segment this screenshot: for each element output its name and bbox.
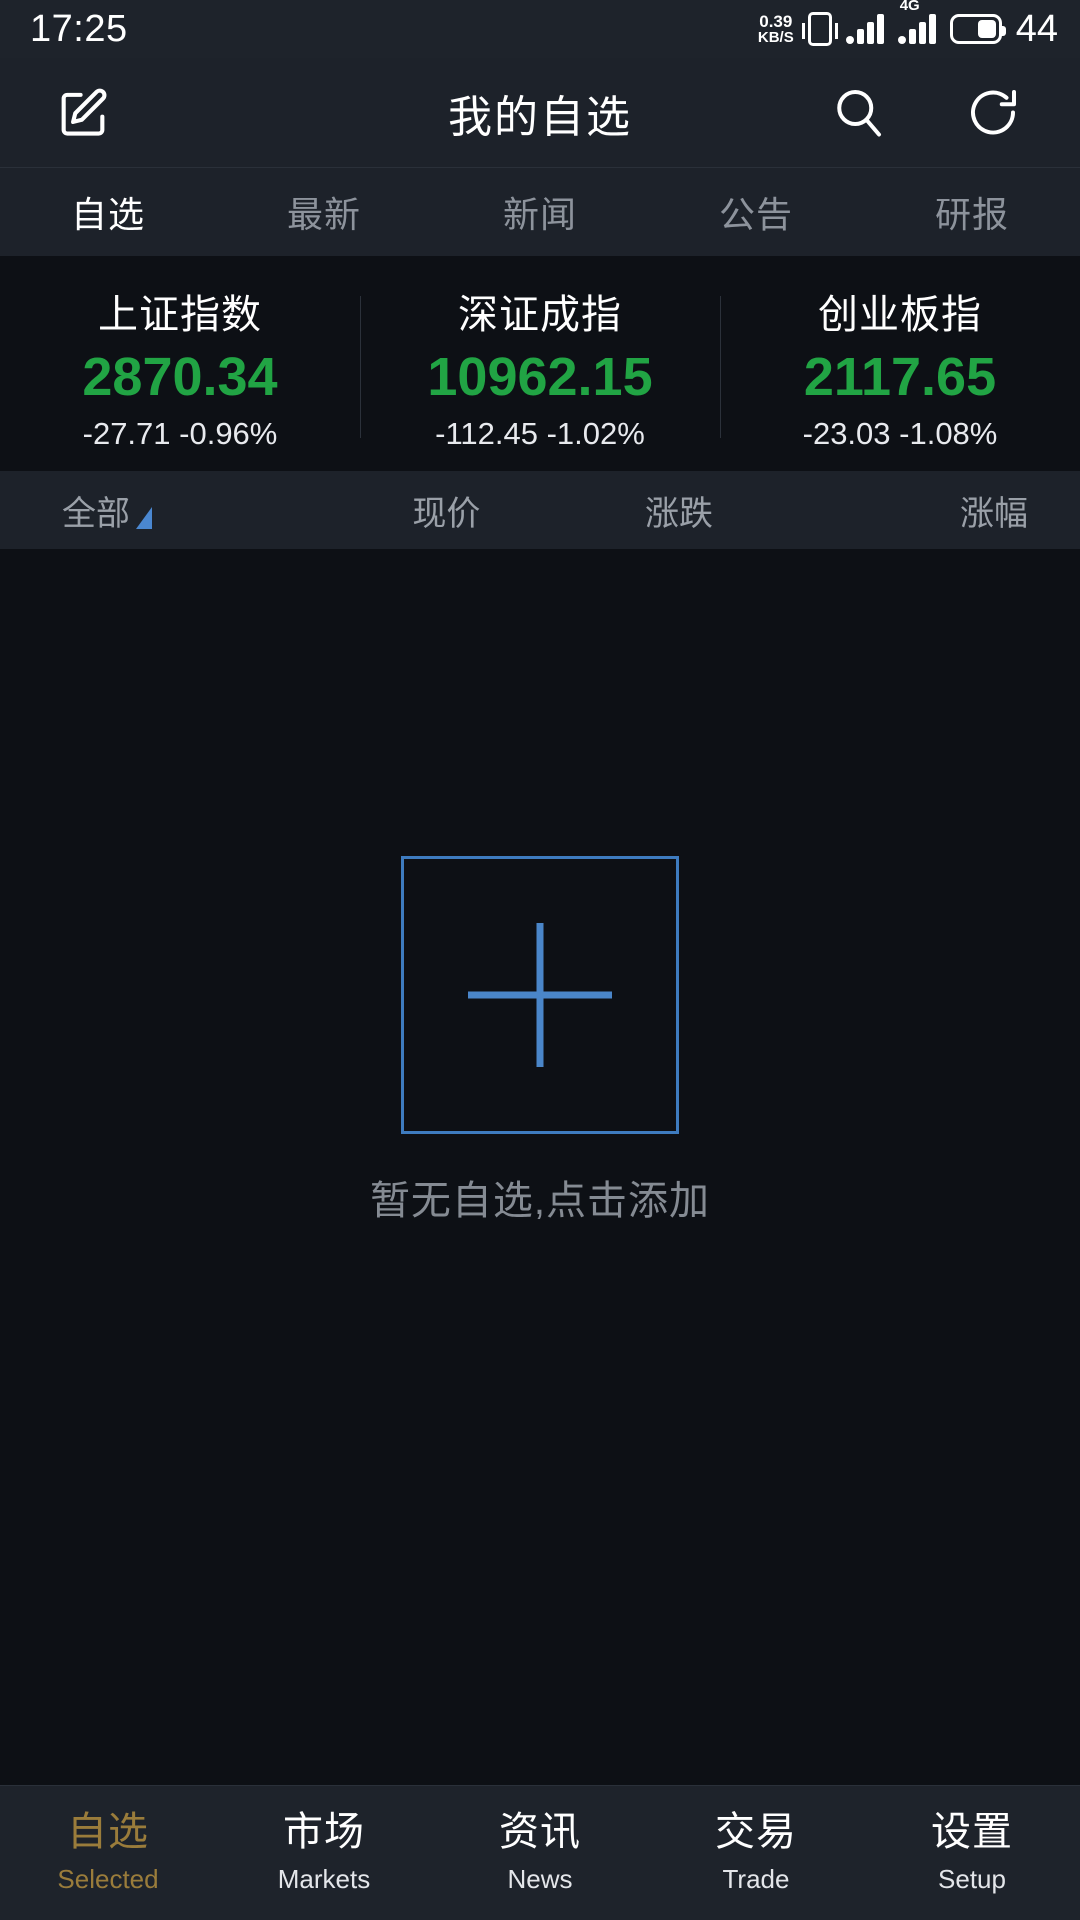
header-actions [828,82,1024,144]
bottom-navigation: 自选 Selected 市场 Markets 资讯 News 交易 Trade … [0,1785,1080,1920]
sub-tab-bar: 自选 最新 新闻 公告 研报 [0,168,1080,256]
filter-all-button[interactable]: 全部 [0,486,330,535]
nav-label-cn: 交易 [715,1810,797,1855]
app-header: 我的自选 [0,58,1080,168]
index-card-shenzhen[interactable]: 深证成指 10962.15 -112.45 -1.02% [360,282,720,452]
triangle-sort-icon[interactable] [136,506,152,529]
filter-all-label: 全部 [62,494,130,533]
signal-bars-4g-icon: 4G [897,0,936,44]
plus-box-icon[interactable] [401,856,679,1134]
index-change: -112.45 -1.02% [435,415,645,451]
column-percent[interactable]: 涨幅 [795,486,1080,535]
index-price: 10962.15 [427,346,653,407]
index-price: 2870.34 [82,346,278,407]
app-root: 17:25 0.39 KB/S 4G 44 我的自选 自选 最新 新闻 公告 研… [0,0,1080,1920]
index-name: 上证指数 [98,292,262,337]
network-speed-indicator: 0.39 KB/S [757,11,794,47]
index-summary-panel: 上证指数 2870.34 -27.71 -0.96% 深证成指 10962.15… [0,256,1080,471]
nav-label-en: Markets [277,1863,371,1894]
network-speed-unit: KB/S [757,29,794,47]
sub-tab-xinwen[interactable]: 新闻 [432,186,648,238]
signal-bars-icon [845,14,884,44]
nav-label-cn: 资讯 [499,1810,581,1855]
battery-percent: 44 [1015,8,1058,50]
sub-tab-gonggao[interactable]: 公告 [648,186,864,238]
column-price[interactable]: 现价 [330,486,563,535]
watchlist-content: 暂无自选,点击添加 [0,549,1080,1785]
index-card-shanghai[interactable]: 上证指数 2870.34 -27.71 -0.96% [0,282,360,452]
index-card-chinext[interactable]: 创业板指 2117.65 -23.03 -1.08% [720,282,1080,452]
battery-icon [949,14,1006,44]
signal-bars-secondary-icon [897,14,936,44]
nav-item-trade[interactable]: 交易 Trade [648,1811,864,1894]
nav-item-markets[interactable]: 市场 Markets [216,1811,432,1894]
nav-label-en: News [507,1863,573,1894]
empty-state-message: 暂无自选,点击添加 [369,1179,711,1223]
nav-label-en: Setup [938,1863,1006,1894]
nav-label-cn: 市场 [283,1810,365,1855]
nav-label-cn: 设置 [931,1810,1013,1855]
index-change: -23.03 -1.08% [802,415,998,451]
nav-item-news[interactable]: 资讯 News [432,1811,648,1894]
index-name: 深证成指 [458,292,622,337]
sub-tab-zixuan[interactable]: 自选 [0,186,216,238]
network-type-label: 4G [899,0,920,14]
sub-tab-yanbao[interactable]: 研报 [864,186,1080,238]
nav-item-selected[interactable]: 自选 Selected [0,1811,216,1894]
status-bar: 17:25 0.39 KB/S 4G 44 [0,0,1080,58]
column-change[interactable]: 涨跌 [563,486,796,535]
nav-label-en: Selected [57,1863,159,1894]
search-icon[interactable] [828,82,890,144]
index-change: -27.71 -0.96% [82,415,278,451]
sub-tab-zuixin[interactable]: 最新 [216,186,432,238]
nav-label-cn: 自选 [67,1810,149,1855]
status-indicators: 0.39 KB/S 4G 44 [757,0,1058,50]
network-speed-value: 0.39 [759,11,793,31]
vibrate-icon [801,12,838,46]
nav-label-en: Trade [722,1863,790,1894]
nav-item-setup[interactable]: 设置 Setup [864,1811,1080,1894]
refresh-icon[interactable] [962,82,1024,144]
index-price: 2117.65 [803,346,997,407]
index-name: 创业板指 [818,292,982,337]
edit-button[interactable] [52,82,114,144]
list-column-header: 全部 现价 涨跌 涨幅 [0,471,1080,549]
status-clock: 17:25 [30,8,128,50]
edit-pencil-icon[interactable] [52,82,114,144]
